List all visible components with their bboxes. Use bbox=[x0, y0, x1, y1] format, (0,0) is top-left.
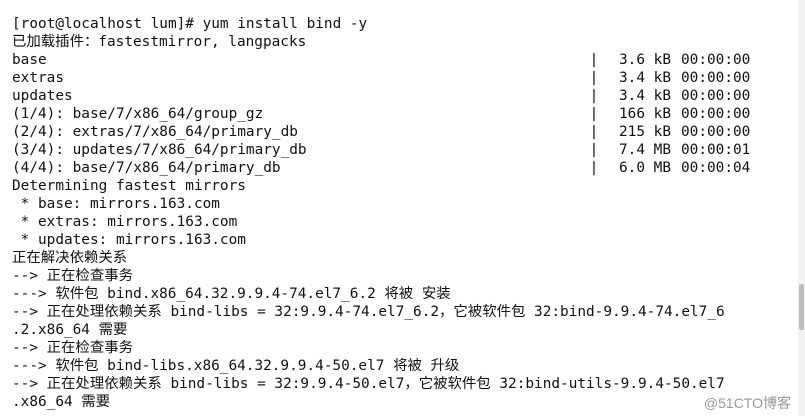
download-row-base-primary-db: (4/4): base/7/x86_64/primary_db | 6.0 MB… bbox=[12, 159, 794, 177]
download-time: 00:00:01 bbox=[681, 142, 751, 158]
download-name: base bbox=[12, 52, 47, 68]
download-row-updates-primary-db: (3/4): updates/7/x86_64/primary_db | 7.4… bbox=[12, 141, 794, 159]
output-line: --> 正在处理依赖关系 bind-libs = 32:9.9.4-50.el7… bbox=[12, 376, 725, 392]
download-size: 7.4 MB bbox=[619, 142, 671, 158]
column-separator: | bbox=[589, 160, 599, 176]
output-line: ---> 软件包 bind.x86_64.32.9.9.4-74.el7_6.2… bbox=[12, 286, 451, 302]
output-line: * updates: mirrors.163.com bbox=[12, 232, 246, 248]
download-name: (4/4): base/7/x86_64/primary_db bbox=[12, 160, 281, 176]
watermark-text: @51CTO博客 bbox=[703, 395, 791, 411]
output-line: .x86_64 需要 bbox=[12, 394, 111, 410]
download-name: extras bbox=[12, 70, 64, 86]
scrollbar-thumb[interactable] bbox=[799, 284, 804, 330]
column-separator: | bbox=[589, 70, 599, 86]
output-line: * extras: mirrors.163.com bbox=[12, 214, 238, 230]
download-size: 215 kB bbox=[619, 124, 671, 140]
download-name: (2/4): extras/7/x86_64/primary_db bbox=[12, 124, 298, 140]
download-name: (3/4): updates/7/x86_64/primary_db bbox=[12, 142, 307, 158]
terminal-window: [root@localhost lum]# yum install bind -… bbox=[0, 0, 805, 416]
download-row-extras: extras | 3.4 kB 00:00:00 bbox=[12, 69, 794, 87]
download-row-base: base | 3.6 kB 00:00:00 bbox=[12, 51, 794, 69]
download-row-extras-primary-db: (2/4): extras/7/x86_64/primary_db | 215 … bbox=[12, 123, 794, 141]
column-separator: | bbox=[589, 106, 599, 122]
output-line: --> 正在检查事务 bbox=[12, 268, 133, 284]
download-time: 00:00:00 bbox=[681, 124, 751, 140]
download-time: 00:00:00 bbox=[681, 70, 751, 86]
plugins-line: 已加载插件：fastestmirror, langpacks bbox=[12, 34, 307, 50]
download-time: 00:00:00 bbox=[681, 52, 751, 68]
output-line: Determining fastest mirrors bbox=[12, 178, 246, 194]
download-size: 3.4 kB bbox=[619, 88, 671, 104]
download-name: (1/4): base/7/x86_64/group_gz bbox=[12, 106, 264, 122]
output-line: 正在解决依赖关系 bbox=[12, 250, 128, 266]
download-time: 00:00:04 bbox=[681, 160, 751, 176]
download-time: 00:00:00 bbox=[681, 88, 751, 104]
download-size: 3.6 kB bbox=[619, 52, 671, 68]
output-line: --> 正在处理依赖关系 bind-libs = 32:9.9.4-74.el7… bbox=[12, 304, 725, 320]
command-prompt-line: [root@localhost lum]# yum install bind -… bbox=[12, 16, 368, 32]
download-name: updates bbox=[12, 88, 73, 104]
download-row-group-gz: (1/4): base/7/x86_64/group_gz | 166 kB 0… bbox=[12, 105, 794, 123]
column-separator: | bbox=[589, 52, 599, 68]
output-line: .2.x86_64 需要 bbox=[12, 322, 128, 338]
download-size: 6.0 MB bbox=[619, 160, 671, 176]
output-line: * base: mirrors.163.com bbox=[12, 196, 220, 212]
terminal-output: [root@localhost lum]# yum install bind -… bbox=[12, 15, 794, 416]
column-separator: | bbox=[589, 142, 599, 158]
download-size: 166 kB bbox=[619, 106, 671, 122]
download-size: 3.4 kB bbox=[619, 70, 671, 86]
column-separator: | bbox=[589, 124, 599, 140]
column-separator: | bbox=[589, 88, 599, 104]
output-line: ---> 软件包 bind-libs.x86_64.32.9.9.4-50.el… bbox=[12, 358, 460, 374]
output-line: --> 正在检查事务 bbox=[12, 340, 133, 356]
vertical-scrollbar[interactable] bbox=[798, 0, 805, 416]
download-time: 00:00:00 bbox=[681, 106, 751, 122]
download-row-updates: updates | 3.4 kB 00:00:00 bbox=[12, 87, 794, 105]
